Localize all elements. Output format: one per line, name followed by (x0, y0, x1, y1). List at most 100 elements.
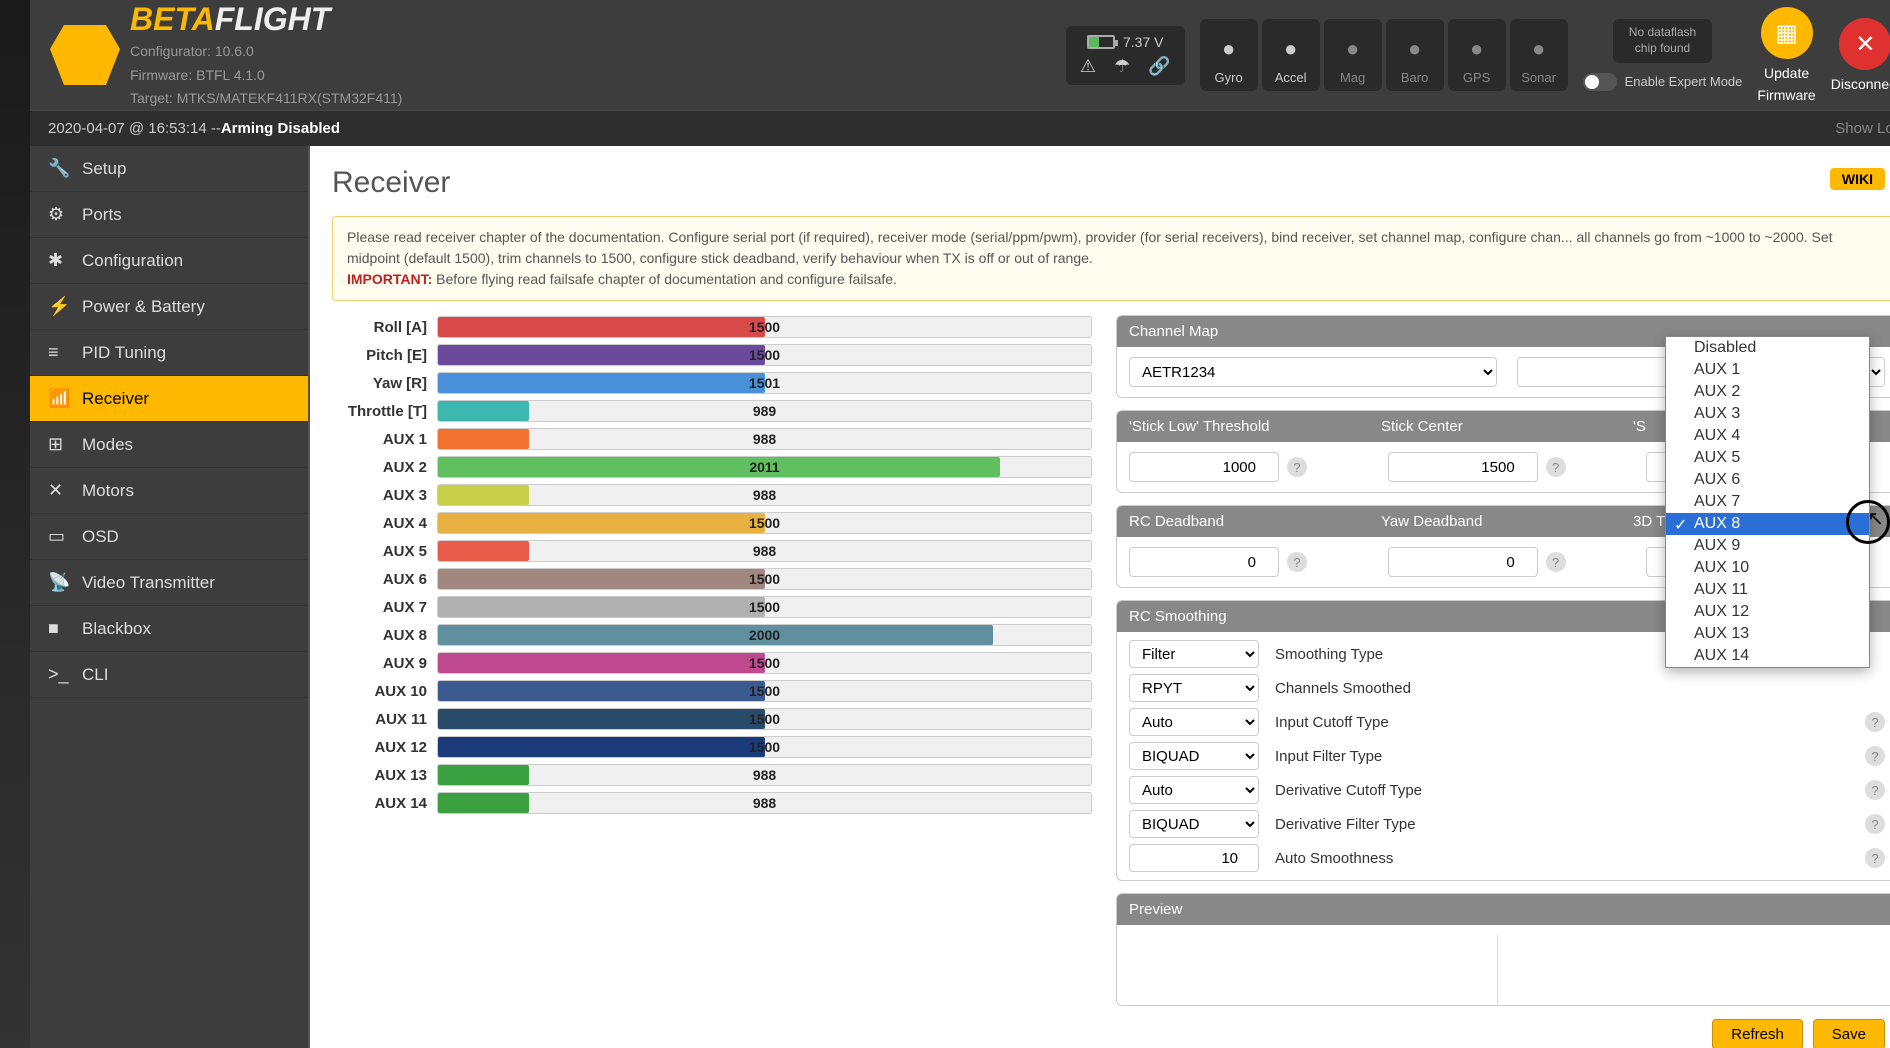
dropdown-item[interactable]: AUX 10 (1666, 557, 1869, 579)
smooth-select[interactable]: Filter (1129, 640, 1259, 668)
dropdown-item[interactable]: AUX 14 (1666, 645, 1869, 667)
smooth-select[interactable]: BIQUAD (1129, 810, 1259, 838)
nav-osd[interactable]: ▭OSD (30, 514, 308, 560)
dropdown-item[interactable]: Disabled (1666, 337, 1869, 359)
help-icon[interactable]: ? (1546, 457, 1566, 477)
toggle-icon[interactable] (1583, 73, 1617, 91)
logo: BETAFLIGHT Configurator: 10.6.0 Firmware… (50, 1, 402, 109)
parachute-icon[interactable]: ☂ (1114, 56, 1130, 77)
sensor-gyro: ●Gyro (1200, 19, 1258, 91)
dropdown-item[interactable]: AUX 8 (1666, 513, 1869, 535)
channels-panel: Roll [A]1500Pitch [E]1500Yaw [R]1501Thro… (332, 315, 1092, 1006)
sensors: ●Gyro●Accel●Mag●Baro●GPS●Sonar (1200, 19, 1568, 91)
help-icon[interactable]: ? (1865, 780, 1885, 800)
smooth-label: Derivative Filter Type (1275, 816, 1849, 833)
battery-icon (1087, 35, 1115, 49)
wiki-button[interactable]: WIKI (1830, 168, 1885, 190)
channel-row: AUX 101500 (332, 679, 1092, 703)
dropdown-item[interactable]: AUX 4 (1666, 425, 1869, 447)
nav-ports[interactable]: ⚙Ports (30, 192, 308, 238)
nav-icon: >_ (48, 664, 68, 685)
smooth-select[interactable]: Auto (1129, 708, 1259, 736)
help-icon[interactable]: ? (1865, 712, 1885, 732)
channel-bar: 1500 (437, 736, 1092, 758)
info-box: Please read receiver chapter of the docu… (332, 216, 1890, 301)
dropdown-item[interactable]: AUX 7 (1666, 491, 1869, 513)
nav-motors[interactable]: ✕Motors (30, 468, 308, 514)
refresh-button[interactable]: Refresh (1712, 1019, 1803, 1048)
channel-row: AUX 22011 (332, 455, 1092, 479)
dropdown-item[interactable]: AUX 6 (1666, 469, 1869, 491)
firmware-version: Firmware: BTFL 4.1.0 (130, 66, 402, 86)
smooth-select[interactable]: RPYT (1129, 674, 1259, 702)
channel-value: 1500 (749, 655, 780, 671)
nav-cli[interactable]: >_CLI (30, 652, 308, 698)
channel-map-select[interactable]: AETR1234 (1129, 357, 1497, 387)
help-icon[interactable]: ? (1287, 552, 1307, 572)
nav-setup[interactable]: 🔧Setup (30, 146, 308, 192)
chip-icon: ▦ (1761, 7, 1813, 59)
disconnect-button[interactable]: ✕ Disconnect (1831, 18, 1890, 92)
bee-icon (50, 25, 120, 85)
help-icon[interactable]: ? (1287, 457, 1307, 477)
dropdown-item[interactable]: AUX 3 (1666, 403, 1869, 425)
nav-modes[interactable]: ⊞Modes (30, 422, 308, 468)
stick-low-input[interactable] (1129, 452, 1279, 482)
target-name: Target: MTKS/MATEKF411RX(STM32F411) (130, 89, 402, 109)
channel-value: 989 (753, 403, 776, 419)
help-icon[interactable]: ? (1546, 552, 1566, 572)
dropdown-item[interactable]: AUX 13 (1666, 623, 1869, 645)
channel-row: AUX 1988 (332, 427, 1092, 451)
channel-bar: 1500 (437, 680, 1092, 702)
channel-value: 988 (753, 795, 776, 811)
nav-pid-tuning[interactable]: ≡PID Tuning (30, 330, 308, 376)
smooth-select[interactable]: BIQUAD (1129, 742, 1259, 770)
rc-deadband-input[interactable] (1129, 547, 1279, 577)
dropdown-item[interactable]: AUX 12 (1666, 601, 1869, 623)
nav-icon: ▭ (48, 526, 68, 547)
channel-value: 1500 (749, 739, 780, 755)
expert-mode-toggle[interactable]: Enable Expert Mode (1583, 73, 1743, 91)
dropdown-item[interactable]: AUX 2 (1666, 381, 1869, 403)
configurator-version: Configurator: 10.6.0 (130, 42, 402, 62)
nav-icon: ⚙ (48, 204, 68, 225)
dropdown-item[interactable]: AUX 11 (1666, 579, 1869, 601)
help-icon[interactable]: ? (1865, 848, 1885, 868)
nav-power-battery[interactable]: ⚡Power & Battery (30, 284, 308, 330)
channel-row: AUX 14988 (332, 791, 1092, 815)
sensor-sonar: ●Sonar (1510, 19, 1568, 91)
sensor-gps: ●GPS (1448, 19, 1506, 91)
yaw-deadband-input[interactable] (1388, 547, 1538, 577)
help-icon[interactable]: ? (1865, 746, 1885, 766)
channel-bar: 2000 (437, 624, 1092, 646)
channel-label: AUX 2 (332, 459, 437, 476)
dropdown-item[interactable]: AUX 1 (1666, 359, 1869, 381)
stick-center-input[interactable] (1388, 452, 1538, 482)
channel-bar: 1500 (437, 568, 1092, 590)
channel-row: AUX 41500 (332, 511, 1092, 535)
preview-panel: Preview (1116, 893, 1890, 1006)
auto-smoothness-input[interactable] (1129, 844, 1259, 872)
show-log-button[interactable]: Show Log (1835, 120, 1890, 137)
aux-dropdown[interactable]: DisabledAUX 1AUX 2AUX 3AUX 4AUX 5AUX 6AU… (1665, 336, 1870, 668)
channel-label: AUX 11 (332, 711, 437, 728)
nav-blackbox[interactable]: ■Blackbox (30, 606, 308, 652)
nav-receiver[interactable]: 📶Receiver (30, 376, 308, 422)
channel-label: AUX 5 (332, 543, 437, 560)
nav-configuration[interactable]: ✱Configuration (30, 238, 308, 284)
channel-label: AUX 6 (332, 571, 437, 588)
nav-video-transmitter[interactable]: 📡Video Transmitter (30, 560, 308, 606)
dropdown-item[interactable]: AUX 5 (1666, 447, 1869, 469)
channel-bar: 1500 (437, 344, 1092, 366)
channel-value: 988 (753, 767, 776, 783)
update-firmware-button[interactable]: ▦ UpdateFirmware (1757, 7, 1815, 103)
dropdown-item[interactable]: AUX 9 (1666, 535, 1869, 557)
channel-bar: 1500 (437, 512, 1092, 534)
warning-icon[interactable]: ⚠ (1080, 56, 1096, 77)
status-bar: 2020-04-07 @ 16:53:14 -- Arming Disabled… (30, 110, 1890, 146)
link-icon[interactable]: 🔗 (1148, 56, 1170, 77)
save-button[interactable]: Save (1813, 1019, 1885, 1048)
help-icon[interactable]: ? (1865, 814, 1885, 834)
smooth-select[interactable]: Auto (1129, 776, 1259, 804)
channel-row: Yaw [R]1501 (332, 371, 1092, 395)
